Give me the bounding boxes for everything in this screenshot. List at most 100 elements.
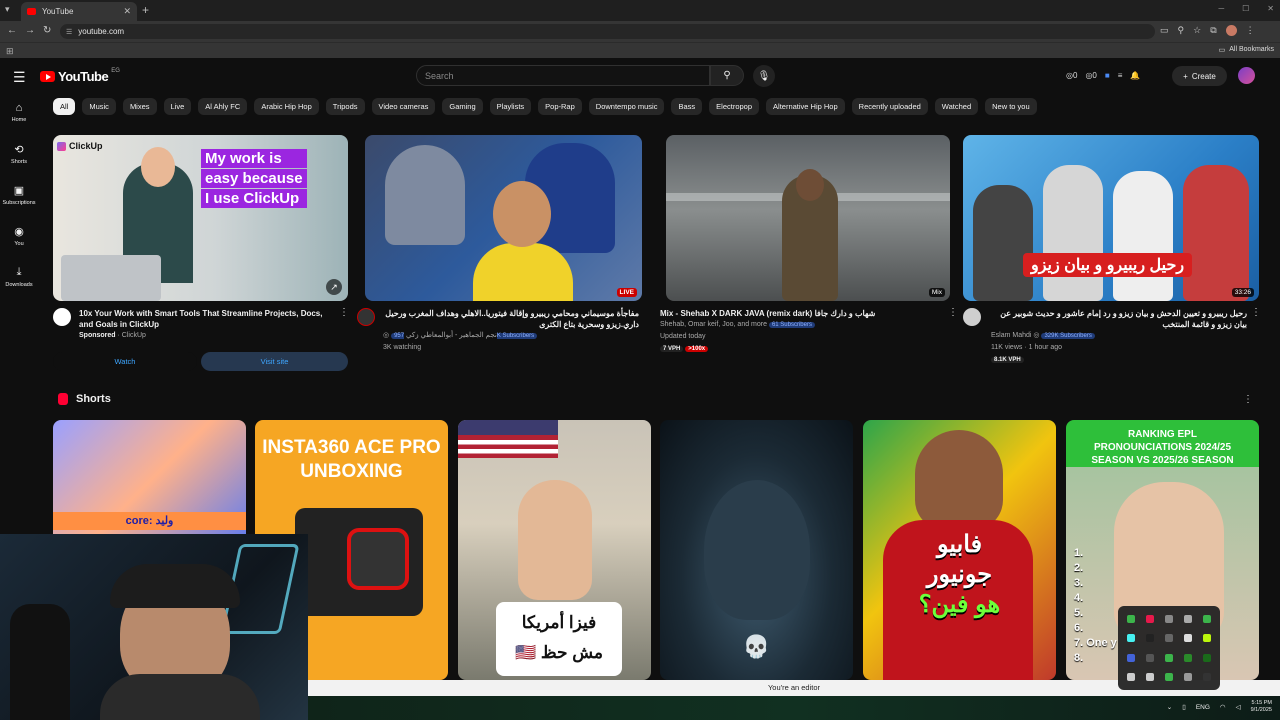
network-icon[interactable]: ▯	[1182, 703, 1186, 711]
channel-name[interactable]: ClickUp	[122, 332, 146, 339]
tray-chevron-icon[interactable]: ⌄	[1167, 703, 1172, 711]
counter-icon[interactable]: ◎0	[1085, 71, 1096, 80]
video-card-live[interactable]: LIVE مفاجأة موسيماني ومحامي ريبيرو وإقال…	[357, 135, 650, 351]
search-button[interactable]: ⚲	[710, 65, 744, 86]
tray-app-icon[interactable]	[1164, 673, 1173, 682]
chip-live[interactable]: Live	[163, 98, 192, 115]
chip-all[interactable]: All	[53, 98, 76, 115]
browser-menu-icon[interactable]: ⋮	[1246, 25, 1255, 36]
tray-app-icon[interactable]	[1145, 614, 1154, 623]
chip-recently-uploaded[interactable]: Recently uploaded	[851, 98, 928, 115]
guide-item-home[interactable]: ⌂ Home	[0, 102, 38, 123]
extensions-icon[interactable]: ⧉	[1210, 25, 1216, 36]
video-card-ad[interactable]: ClickUp My work is easy because I use Cl…	[53, 135, 349, 371]
cast-icon[interactable]: ▭	[1160, 25, 1169, 36]
video-thumbnail[interactable]: Mix	[666, 135, 950, 301]
video-title[interactable]: 10x Your Work with Smart Tools That Stre…	[79, 308, 334, 330]
search-input[interactable]: Search	[416, 65, 710, 86]
channel-name[interactable]: Shehab, Omar keif, Joo, and more	[660, 321, 767, 328]
tray-app-icon[interactable]	[1145, 653, 1154, 662]
channel-avatar-clickup[interactable]	[53, 308, 71, 326]
chip-bass[interactable]: Bass	[671, 98, 703, 115]
chip-al-ahly-fc[interactable]: Al Ahly FC	[198, 98, 248, 115]
tray-app-icon[interactable]	[1145, 673, 1154, 682]
chip-new-to-you[interactable]: New to you	[985, 98, 1037, 115]
clock[interactable]: 5:15 PM 9/1/2025	[1251, 700, 1272, 714]
tray-app-icon[interactable]	[1203, 673, 1212, 682]
channel-avatar-live[interactable]	[357, 308, 375, 326]
tray-app-icon[interactable]	[1184, 673, 1193, 682]
channel-name[interactable]: Eslam Mahdi	[991, 332, 1031, 339]
extension-blue-icon[interactable]: ■	[1105, 71, 1110, 80]
maximize-icon[interactable]: ☐	[1242, 4, 1249, 13]
guide-item-subscriptions[interactable]: ▣ Subscriptions	[0, 184, 38, 206]
chip-mixes[interactable]: Mixes	[122, 98, 157, 115]
wifi-icon[interactable]: ◠	[1220, 703, 1226, 711]
watch-button[interactable]: Watch	[53, 352, 197, 371]
tray-app-icon[interactable]	[1203, 614, 1212, 623]
language-indicator[interactable]: ENG	[1196, 704, 1210, 711]
video-thumbnail[interactable]: LIVE	[365, 135, 642, 301]
chip-arabic-hip-hop[interactable]: Arabic Hip Hop	[254, 98, 319, 115]
tray-app-icon[interactable]	[1184, 634, 1193, 643]
close-tab-icon[interactable]: ✕	[123, 6, 131, 17]
forward-icon[interactable]: →	[25, 25, 35, 36]
chip-video-cameras[interactable]: Video cameras	[371, 98, 436, 115]
hamburger-menu-icon[interactable]: ☰	[13, 69, 26, 86]
tray-app-icon[interactable]	[1203, 653, 1212, 662]
chip-pop-rap[interactable]: Pop-Rap	[538, 98, 582, 115]
youtube-logo[interactable]: YouTube EG	[40, 68, 120, 84]
tray-app-icon[interactable]	[1126, 673, 1135, 682]
channel-name[interactable]: نجم الجماهير - أبوالمعاطي زكي	[406, 332, 497, 339]
tray-app-icon[interactable]	[1184, 614, 1193, 623]
create-button[interactable]: + Create	[1172, 66, 1227, 86]
guide-item-downloads[interactable]: ⤓ Downloads	[0, 266, 38, 288]
channel-avatar-eslam[interactable]	[963, 308, 981, 326]
tray-app-icon[interactable]	[1164, 614, 1173, 623]
external-link-icon[interactable]: ↗	[326, 279, 342, 295]
eye-icon[interactable]: ◎0	[1066, 71, 1077, 80]
tray-app-icon[interactable]	[1164, 634, 1173, 643]
notifications-icon[interactable]: 🔔	[1130, 71, 1140, 80]
tray-app-icon[interactable]	[1126, 653, 1135, 662]
more-options-icon[interactable]: ⋮	[339, 307, 349, 318]
reload-icon[interactable]: ↻	[43, 25, 51, 36]
chip-alternative-hip-hop[interactable]: Alternative Hip Hop	[766, 98, 845, 115]
tray-app-icon[interactable]	[1164, 653, 1173, 662]
video-title[interactable]: رحيل ريبيرو و تعيين الدحش و بيان زيزو و …	[991, 308, 1247, 330]
video-title[interactable]: Mix - Shehab X DARK JAVA (remix dark) شه…	[660, 308, 942, 319]
video-card-football[interactable]: رحيل ريبيرو و بيان زيزو 33:26 رحيل ريبير…	[963, 135, 1261, 363]
shorts-more-icon[interactable]: ⋮	[1243, 394, 1253, 405]
account-avatar[interactable]	[1238, 67, 1255, 84]
site-info-icon[interactable]: ☰	[66, 28, 72, 36]
short-card-3[interactable]: فيزا أمريكا مش حظ 🇺🇸	[458, 420, 651, 680]
apps-icon[interactable]: ⊞	[6, 46, 14, 57]
tray-app-icon[interactable]	[1126, 634, 1135, 643]
zoom-icon[interactable]: ⚲	[1178, 25, 1185, 36]
visit-site-button[interactable]: Visit site	[201, 352, 348, 371]
browser-tab-youtube[interactable]: YouTube ✕	[21, 2, 137, 21]
more-options-icon[interactable]: ⋮	[1251, 307, 1261, 318]
chip-tripods[interactable]: Tripods	[325, 98, 365, 115]
video-card-mix[interactable]: Mix Mix - Shehab X DARK JAVA (remix dark…	[660, 135, 958, 352]
chip-electropop[interactable]: Electropop	[709, 98, 760, 115]
back-icon[interactable]: ←	[7, 25, 17, 36]
voice-search-button[interactable]: 🎙	[753, 65, 775, 87]
tray-app-icon[interactable]	[1184, 653, 1193, 662]
guide-item-you[interactable]: ◉ You	[0, 225, 38, 247]
video-thumbnail[interactable]: رحيل ريبيرو و بيان زيزو 33:26	[963, 135, 1259, 301]
new-tab-icon[interactable]: +	[142, 3, 149, 17]
short-card-4[interactable]: 💀	[660, 420, 853, 680]
tab-search-icon[interactable]: ▾	[5, 4, 10, 15]
volume-icon[interactable]: ◁	[1236, 703, 1241, 711]
chip-gaming[interactable]: Gaming	[442, 98, 483, 115]
chip-watched[interactable]: Watched	[934, 98, 979, 115]
chip-music[interactable]: Music	[82, 98, 116, 115]
tray-app-icon[interactable]	[1126, 614, 1135, 623]
list-icon[interactable]: ≡	[1118, 71, 1123, 80]
close-window-icon[interactable]: ✕	[1267, 4, 1274, 13]
address-bar[interactable]: ☰ youtube.com	[60, 24, 1155, 39]
profile-icon[interactable]	[1225, 25, 1237, 36]
minimize-icon[interactable]: ─	[1218, 4, 1224, 13]
short-card-5[interactable]: فابيو جونيور هو فين؟	[863, 420, 1056, 680]
